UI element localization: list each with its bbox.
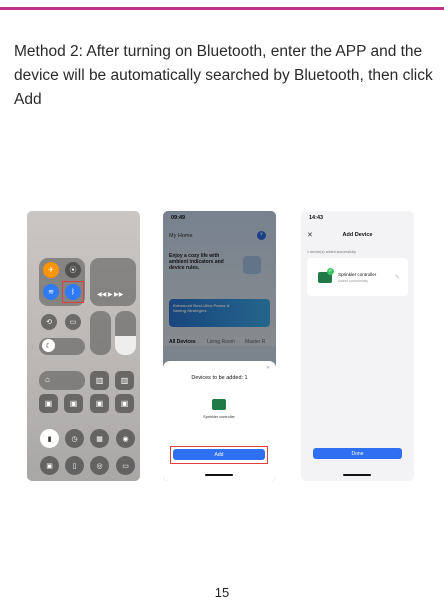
add-device-screenshot: 14:43 ✕ Add Device 1 device(s) added suc… — [301, 211, 414, 481]
device-label: Sprinkler controller — [203, 415, 235, 419]
remote-icon[interactable]: ▯ — [65, 456, 84, 475]
home-icon: ⌂ — [45, 375, 50, 384]
top-accent-line — [0, 7, 444, 10]
added-count: 1 device(s) added successfully — [307, 250, 356, 254]
app-home-screenshot: 09:49 My Home + Enjoy a cozy life with a… — [163, 211, 276, 481]
brightness-slider[interactable] — [90, 311, 111, 355]
sprinkler-controller-icon — [212, 399, 226, 410]
page-number: 15 — [214, 585, 230, 600]
edit-icon[interactable]: ✎ — [395, 274, 400, 281]
device-status: Added successfully — [338, 279, 368, 283]
bluetooth-highlight — [62, 281, 84, 303]
media-controls-icon[interactable]: ◀◀ ▶ ▶▶ — [97, 291, 123, 298]
battery-icon[interactable]: ▭ — [116, 456, 135, 475]
device-card[interactable]: ✓ Sprinkler controller Added successfull… — [307, 258, 408, 296]
shortcut-icon[interactable]: ▣ — [64, 394, 83, 413]
wifi-icon[interactable]: ≋ — [43, 284, 59, 300]
device-name: Sprinkler controller — [338, 272, 377, 277]
timer-icon[interactable]: ◷ — [65, 429, 84, 448]
sheet-title: Devices to be added: 1 — [191, 375, 248, 381]
home-indicator — [343, 474, 371, 476]
done-button[interactable]: Done — [313, 448, 402, 459]
airplane-icon[interactable]: ✈ — [43, 262, 59, 278]
shortcut-icon[interactable]: ▣ — [90, 394, 109, 413]
camera-icon[interactable]: ◉ — [116, 429, 135, 448]
status-time: 14:43 — [309, 215, 324, 221]
orientation-lock-icon[interactable]: ⟲ — [41, 314, 57, 330]
remote-icon[interactable]: ▥ — [90, 371, 109, 390]
mirror-icon[interactable]: ▭ — [65, 314, 81, 330]
add-button-highlight — [170, 446, 268, 464]
volume-level-fill — [115, 336, 136, 355]
remote-icon[interactable]: ▥ — [115, 371, 134, 390]
page-title: Add Device — [342, 232, 373, 238]
close-icon[interactable]: ✕ — [266, 365, 270, 371]
cellular-icon[interactable]: ⦿ — [65, 262, 81, 278]
music-tile — [90, 258, 136, 306]
devices-sheet: Devices to be added: 1 ✕ Sprinkler contr… — [163, 361, 276, 481]
calculator-icon[interactable]: ▦ — [90, 429, 109, 448]
home-indicator — [205, 474, 233, 476]
shortcut-icon[interactable]: ▣ — [115, 394, 134, 413]
moon-icon: ☾ — [42, 339, 55, 352]
qr-icon[interactable]: ▣ — [40, 456, 59, 475]
flashlight-icon[interactable]: ▮ — [40, 429, 59, 448]
check-icon: ✓ — [327, 268, 334, 275]
control-center-screenshot: ✈ ⦿ ≋ ᛒ ◀◀ ▶ ▶▶ ⟲ ▭ ☾ ⌂ ▥ ▥ ▣ ▣ ▣ ▣ ▮ ◷ … — [27, 211, 140, 481]
shortcut-icon[interactable]: ▣ — [39, 394, 58, 413]
record-icon[interactable]: ◎ — [90, 456, 109, 475]
instruction-text: Method 2: After turning on Bluetooth, en… — [14, 43, 433, 108]
